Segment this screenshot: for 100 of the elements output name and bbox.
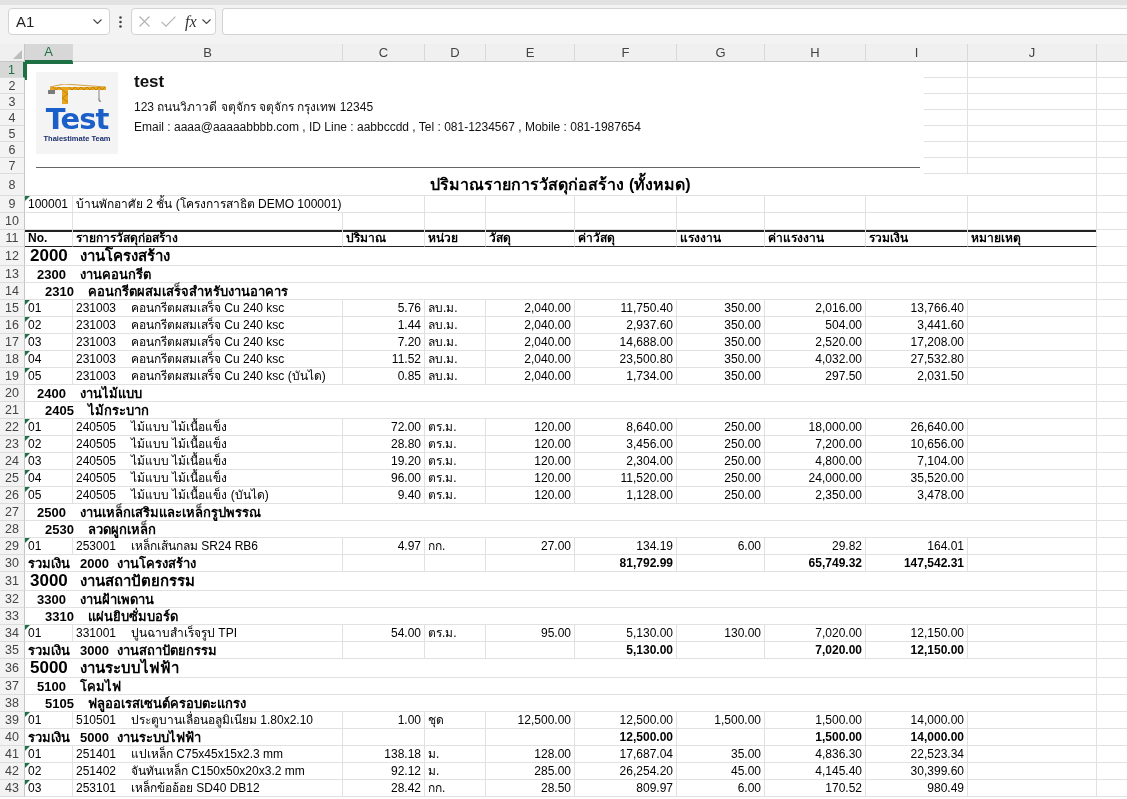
- row-header[interactable]: 27: [0, 504, 25, 521]
- unit-cell: ลบ.ม.: [425, 368, 486, 385]
- row-header[interactable]: 18: [0, 351, 25, 368]
- formula-input[interactable]: [222, 8, 1127, 35]
- column-header[interactable]: A: [25, 44, 73, 62]
- labor-rate-cell: 250.00: [677, 487, 765, 504]
- group-code: 2400: [37, 385, 67, 401]
- group-code: 3300: [37, 591, 67, 607]
- row-header[interactable]: 4: [0, 110, 25, 126]
- quantity-cell: 72.00: [343, 419, 425, 436]
- row-header[interactable]: 24: [0, 453, 25, 470]
- column-header[interactable]: F: [575, 44, 677, 62]
- group-code: 3310: [45, 608, 75, 624]
- item-description: ปูนฉาบสำเร็จรูป TPI: [131, 625, 237, 641]
- row-header[interactable]: 13: [0, 266, 25, 283]
- item-code: 240505: [76, 453, 118, 469]
- row-header[interactable]: 12: [0, 247, 25, 266]
- row-header[interactable]: 28: [0, 521, 25, 538]
- chevron-icon[interactable]: [201, 19, 211, 24]
- group-code: 2310: [45, 283, 75, 299]
- row-header[interactable]: 30: [0, 555, 25, 572]
- column-header[interactable]: G: [677, 44, 765, 62]
- row-header[interactable]: 9: [0, 196, 25, 213]
- total-cell: 980.49: [866, 780, 968, 797]
- more-icon[interactable]: [119, 16, 122, 28]
- row-header[interactable]: 21: [0, 402, 25, 419]
- material-cost-cell: 17,687.04: [575, 746, 677, 763]
- material-cost-total: 81,792.99: [575, 555, 677, 572]
- row-header[interactable]: 22: [0, 419, 25, 436]
- material-rate-cell: 285.00: [486, 763, 575, 780]
- row-header[interactable]: 3: [0, 94, 25, 110]
- quantity-cell: 138.18: [343, 746, 425, 763]
- row-header[interactable]: 16: [0, 317, 25, 334]
- row-header[interactable]: 20: [0, 385, 25, 402]
- row-header[interactable]: 38: [0, 695, 25, 712]
- item-number: 01: [28, 746, 42, 762]
- column-header[interactable]: C: [343, 44, 425, 62]
- row-header[interactable]: 40: [0, 729, 25, 746]
- row-header[interactable]: 35: [0, 642, 25, 659]
- row-header[interactable]: 31: [0, 572, 25, 591]
- contact-line: Email : aaaa@aaaaabbbb.com , ID Line : aabbccdd , Tel : 081-1234567 , Mobile : 081-1987654: [134, 120, 641, 135]
- material-cost-cell: 11,750.40: [575, 300, 677, 317]
- material-rate-cell: 2,040.00: [486, 351, 575, 368]
- select-all-button[interactable]: [0, 44, 25, 62]
- row-header[interactable]: 32: [0, 591, 25, 608]
- insert-function-button[interactable]: fx: [185, 12, 197, 31]
- row-header[interactable]: 17: [0, 334, 25, 351]
- row-header[interactable]: 23: [0, 436, 25, 453]
- name-box[interactable]: A1: [8, 8, 110, 35]
- row-header[interactable]: 34: [0, 625, 25, 642]
- group-name: งานฝ้าเพดาน: [80, 591, 154, 607]
- unit-cell: ม.: [425, 746, 486, 763]
- row-header[interactable]: 39: [0, 712, 25, 729]
- item-code: 231003: [76, 351, 118, 367]
- row-header[interactable]: 15: [0, 300, 25, 317]
- row-header[interactable]: 7: [0, 158, 25, 174]
- column-header[interactable]: D: [425, 44, 486, 62]
- total-cell: 3,441.60: [866, 317, 968, 334]
- chevron-icon[interactable]: [93, 19, 102, 24]
- row-header[interactable]: 10: [0, 213, 25, 230]
- row-header[interactable]: 43: [0, 780, 25, 797]
- row-header[interactable]: 14: [0, 283, 25, 300]
- row-header[interactable]: 11: [0, 230, 25, 247]
- column-heading: รวมเงิน: [866, 230, 968, 247]
- column-header[interactable]: E: [486, 44, 575, 62]
- column-header[interactable]: B: [73, 44, 343, 62]
- item-number: 05: [28, 487, 42, 503]
- quantity-cell: 5.76: [343, 300, 425, 317]
- row-header[interactable]: 36: [0, 659, 25, 678]
- total-cell: 26,640.00: [866, 419, 968, 436]
- row-header[interactable]: 5: [0, 126, 25, 142]
- material-rate-cell: 2,040.00: [486, 368, 575, 385]
- quantity-cell: 0.85: [343, 368, 425, 385]
- labor-rate-cell: 350.00: [677, 334, 765, 351]
- row-header[interactable]: 42: [0, 763, 25, 780]
- item-code: 240505: [76, 419, 118, 435]
- row-header[interactable]: 37: [0, 678, 25, 695]
- row-header[interactable]: 26: [0, 487, 25, 504]
- item-description: เหล็กข้ออ้อย SD40 DB12: [131, 780, 260, 796]
- row-header[interactable]: 29: [0, 538, 25, 555]
- item-number: 02: [28, 317, 42, 333]
- crane-icon: [47, 83, 107, 104]
- labor-cost-total: 1,500.00: [765, 729, 866, 746]
- unit-cell: ลบ.ม.: [425, 317, 486, 334]
- row-header[interactable]: 25: [0, 470, 25, 487]
- row-header[interactable]: 6: [0, 142, 25, 158]
- labor-cost-cell: 4,145.40: [765, 763, 866, 780]
- material-rate-cell: 2,040.00: [486, 300, 575, 317]
- column-header[interactable]: J: [968, 44, 1097, 62]
- quantity-cell: 7.20: [343, 334, 425, 351]
- column-header[interactable]: H: [765, 44, 866, 62]
- row-header[interactable]: 1: [0, 62, 25, 78]
- labor-rate-cell: 6.00: [677, 538, 765, 555]
- group-code: 2000: [30, 247, 69, 265]
- row-header[interactable]: 2: [0, 78, 25, 94]
- row-header[interactable]: 19: [0, 368, 25, 385]
- row-header[interactable]: 8: [0, 174, 25, 196]
- column-header[interactable]: I: [866, 44, 968, 62]
- row-header[interactable]: 41: [0, 746, 25, 763]
- row-header[interactable]: 33: [0, 608, 25, 625]
